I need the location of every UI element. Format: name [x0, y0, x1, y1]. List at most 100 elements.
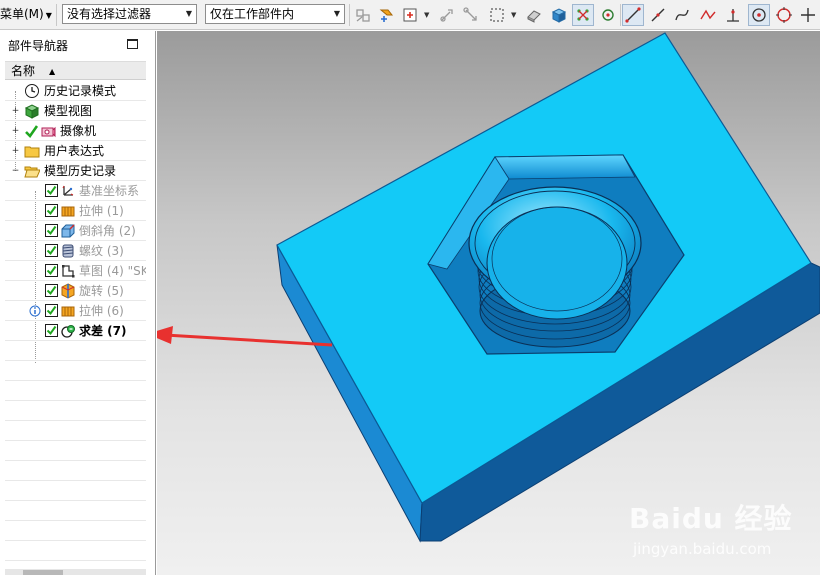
- feature-label: 拉伸 (6): [79, 304, 124, 318]
- toolbar-separator: [349, 4, 350, 26]
- feature-label: 螺纹 (3): [79, 244, 124, 258]
- extrude-icon: [60, 303, 76, 319]
- tree-node-user-expressions[interactable]: + 用户表达式: [5, 141, 146, 161]
- expand-icon[interactable]: +: [11, 127, 20, 136]
- snap-ignore-icon[interactable]: [352, 4, 374, 26]
- scope-value: 仅在工作部件内: [210, 7, 295, 21]
- menu-label: 菜单(M): [0, 7, 44, 21]
- fit-icon[interactable]: [597, 4, 619, 26]
- empty-tree-row: [5, 501, 146, 521]
- perpendicular-icon[interactable]: [722, 4, 744, 26]
- subtract-icon: [60, 323, 76, 339]
- rectangle-select-icon[interactable]: [486, 4, 508, 26]
- line-icon[interactable]: [622, 4, 644, 26]
- feature-label: 拉伸 (1): [79, 204, 124, 218]
- navigator-empty-area: [5, 341, 146, 561]
- visibility-checkbox[interactable]: [45, 324, 58, 337]
- visibility-checkbox[interactable]: [45, 204, 58, 217]
- check-mark-icon: [24, 123, 39, 139]
- watermark-brand: Baidu 经验: [629, 502, 793, 535]
- toolbar-separator: [56, 4, 57, 26]
- tree-node-label: 摄像机: [60, 124, 97, 138]
- extrude-icon: [60, 203, 76, 219]
- feature-row-subtract-7[interactable]: 求差 (7): [5, 321, 146, 341]
- tree-node-label: 用户表达式: [44, 144, 105, 158]
- polyline-icon[interactable]: [697, 4, 719, 26]
- chevron-down-icon: ▼: [185, 9, 192, 18]
- feature-row-extrude-6[interactable]: 拉伸 (6): [5, 301, 146, 321]
- thread-icon: [60, 243, 76, 259]
- top-toolbar: 菜单(M) ▼ 没有选择过滤器 ▼ 仅在工作部件内 ▼ ▼ ▼: [0, 0, 820, 30]
- visibility-checkbox[interactable]: [45, 224, 58, 237]
- empty-tree-row: [5, 341, 146, 361]
- expand-icon[interactable]: +: [11, 107, 20, 116]
- show-hide-icon[interactable]: [523, 4, 545, 26]
- part-model[interactable]: [157, 31, 820, 575]
- feature-row-datum-csys[interactable]: 基准坐标系: [5, 181, 146, 201]
- feature-row-revolve-5[interactable]: 旋转 (5): [5, 281, 146, 301]
- empty-tree-row: [5, 461, 146, 481]
- chevron-down-icon[interactable]: ▼: [511, 11, 516, 19]
- expand-icon[interactable]: +: [11, 147, 20, 156]
- select-all-icon[interactable]: [572, 4, 594, 26]
- move-handle-icon[interactable]: [460, 4, 482, 26]
- watermark-url: jingyan.baidu.com: [633, 540, 772, 558]
- graphics-window[interactable]: Baidu 经验 jingyan.baidu.com: [157, 31, 820, 575]
- type-filter-select[interactable]: 没有选择过滤器 ▼: [62, 4, 197, 24]
- chevron-down-icon[interactable]: ▼: [424, 11, 429, 19]
- column-header-name[interactable]: 名称 ▲: [5, 61, 146, 80]
- tree-node-history-mode[interactable]: 历史记录模式: [5, 81, 146, 101]
- hex-pocket-wall: [494, 154, 636, 180]
- feature-row-chamfer-2[interactable]: 倒斜角 (2): [5, 221, 146, 241]
- select-feature-icon[interactable]: [376, 4, 398, 26]
- feature-row-sketch-4[interactable]: 草图 (4) "SK: [5, 261, 146, 281]
- visibility-checkbox[interactable]: [45, 244, 58, 257]
- scrollbar-thumb[interactable]: [23, 570, 63, 575]
- type-filter-value: 没有选择过滤器: [67, 7, 152, 21]
- sketch-icon: [60, 263, 76, 279]
- folder-open-icon: [24, 163, 41, 179]
- empty-tree-row: [5, 381, 146, 401]
- tree-node-label: 模型历史记录: [44, 164, 117, 178]
- select-box-icon[interactable]: [399, 4, 421, 26]
- scope-select[interactable]: 仅在工作部件内 ▼: [205, 4, 345, 24]
- feature-label: 旋转 (5): [79, 284, 124, 298]
- visibility-checkbox[interactable]: [45, 264, 58, 277]
- circle-icon[interactable]: [773, 4, 795, 26]
- camera-icon: [40, 123, 56, 139]
- feature-label: 基准坐标系: [79, 184, 140, 198]
- horizontal-scrollbar[interactable]: [5, 569, 146, 575]
- visibility-checkbox[interactable]: [45, 284, 58, 297]
- empty-tree-row: [5, 401, 146, 421]
- info-icon: [29, 303, 41, 319]
- feature-row-extrude-1[interactable]: 拉伸 (1): [5, 201, 146, 221]
- move-icon[interactable]: [436, 4, 458, 26]
- menu-button[interactable]: 菜单(M) ▼: [0, 4, 56, 24]
- toolbar-separator: [620, 4, 621, 26]
- collapse-icon[interactable]: −: [11, 167, 20, 176]
- curve-icon[interactable]: [671, 4, 693, 26]
- panel-title: 部件导航器: [8, 39, 69, 53]
- visibility-checkbox[interactable]: [45, 304, 58, 317]
- tree-node-model-history[interactable]: − 模型历史记录: [5, 161, 146, 181]
- plus-icon[interactable]: [797, 4, 819, 26]
- model-view-icon: [24, 103, 40, 119]
- feature-row-thread-3[interactable]: 螺纹 (3): [5, 241, 146, 261]
- empty-tree-row: [5, 521, 146, 541]
- tree-node-model-views[interactable]: + 模型视图: [5, 101, 146, 121]
- chevron-down-icon: ▼: [333, 9, 340, 18]
- column-header-label: 名称: [11, 64, 36, 78]
- point-on-circle-icon[interactable]: [748, 4, 770, 26]
- visibility-checkbox[interactable]: [45, 184, 58, 197]
- maximize-icon[interactable]: [127, 39, 138, 49]
- tree-node-cameras[interactable]: + 摄像机: [5, 121, 146, 141]
- view-cube-icon[interactable]: [548, 4, 570, 26]
- tree-node-label: 模型视图: [44, 104, 93, 118]
- empty-tree-row: [5, 441, 146, 461]
- chevron-down-icon: ▼: [45, 11, 52, 20]
- revolve-icon: [60, 283, 76, 299]
- line-alt-icon[interactable]: [647, 4, 669, 26]
- empty-tree-row: [5, 481, 146, 501]
- empty-tree-row: [5, 541, 146, 561]
- datum-csys-icon: [60, 183, 76, 199]
